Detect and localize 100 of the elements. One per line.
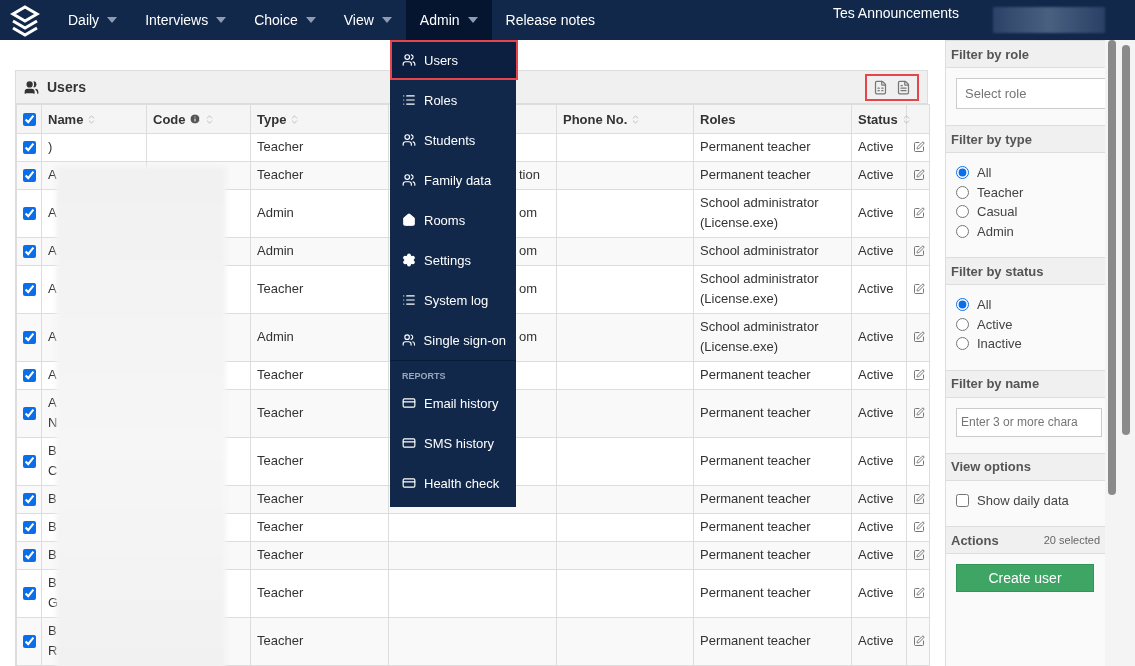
menu-item-icon xyxy=(402,93,416,107)
row-checkbox[interactable] xyxy=(23,330,36,344)
row-checkbox[interactable] xyxy=(23,244,36,258)
column-title: Code xyxy=(153,111,186,127)
row-checkbox[interactable] xyxy=(23,492,36,506)
row-checkbox[interactable] xyxy=(23,520,36,534)
row-checkbox[interactable] xyxy=(23,368,36,382)
radio-option[interactable]: All xyxy=(956,295,1095,315)
nav-menu-item[interactable]: Interviews xyxy=(131,0,241,40)
edit-icon[interactable] xyxy=(913,587,925,599)
radio-button[interactable] xyxy=(956,185,969,199)
type-cell: Teacher xyxy=(257,519,304,534)
edit-icon[interactable] xyxy=(913,635,925,647)
radio-label: Admin xyxy=(977,223,1014,239)
menu-item[interactable]: System log xyxy=(390,280,516,320)
row-checkbox[interactable] xyxy=(23,282,36,296)
menu-item[interactable]: Health check xyxy=(390,463,516,503)
menu-item[interactable]: Roles xyxy=(390,80,516,120)
edit-icon[interactable] xyxy=(913,369,925,381)
edit-icon[interactable] xyxy=(913,493,925,505)
row-checkbox[interactable] xyxy=(23,168,36,182)
row-checkbox[interactable] xyxy=(23,454,36,468)
radio-option[interactable]: All xyxy=(956,163,1095,183)
radio-option[interactable]: Casual xyxy=(956,202,1095,222)
radio-button[interactable] xyxy=(956,205,969,219)
edit-icon[interactable] xyxy=(913,407,925,419)
menu-item-icon xyxy=(402,436,416,450)
nav-menu-item[interactable]: Release notes xyxy=(491,0,610,40)
roles-cell: School administrator xyxy=(700,243,819,258)
radio-button[interactable] xyxy=(956,337,969,351)
type-cell: Admin xyxy=(257,243,294,258)
row-checkbox[interactable] xyxy=(23,406,36,420)
column-title: Type xyxy=(257,111,287,127)
menu-item[interactable]: Rooms xyxy=(390,200,516,240)
radio-label: Inactive xyxy=(977,336,1022,352)
row-checkbox[interactable] xyxy=(23,206,36,220)
name-filter-field[interactable]: Enter 3 or more chara xyxy=(956,407,1102,437)
row-checkbox[interactable] xyxy=(23,586,36,600)
radio-label: All xyxy=(977,165,992,181)
menu-item[interactable]: Email history xyxy=(390,383,516,423)
name-cell: ) xyxy=(48,139,53,154)
radio-button[interactable] xyxy=(956,224,969,238)
radio-label: Casual xyxy=(977,204,1018,220)
radio-button[interactable] xyxy=(956,298,969,312)
edit-icon[interactable] xyxy=(913,141,925,153)
nav-menu-item[interactable]: Admin xyxy=(405,0,492,40)
row-checkbox[interactable] xyxy=(23,140,36,154)
column-header[interactable]: Status xyxy=(851,104,907,134)
roles-cell: Permanent teacher xyxy=(700,547,811,562)
nav-menu-item[interactable]: Daily xyxy=(54,0,132,40)
menu-item[interactable]: Family data xyxy=(390,160,516,200)
roles-cell: Permanent teacher xyxy=(700,585,811,600)
column-header[interactable]: Type xyxy=(250,104,389,134)
checkbox[interactable] xyxy=(956,493,969,507)
menu-item[interactable]: SMS history xyxy=(390,423,516,463)
scrollbar-thumb[interactable] xyxy=(1122,45,1130,435)
scrollbar-thumb[interactable] xyxy=(1108,40,1116,495)
nav-menu-item[interactable]: Choice xyxy=(240,0,330,40)
edit-icon[interactable] xyxy=(913,521,925,533)
selected-count: 20 selected xyxy=(1043,534,1100,546)
radio-button[interactable] xyxy=(956,317,969,331)
row-checkbox[interactable] xyxy=(23,548,36,562)
menu-item[interactable]: Users xyxy=(390,40,518,80)
column-header[interactable]: Code xyxy=(146,104,251,134)
checkbox-option[interactable]: Show daily data xyxy=(956,490,1095,510)
radio-label: Teacher xyxy=(977,184,1024,200)
menu-item[interactable]: Settings xyxy=(390,240,516,280)
row-checkbox[interactable] xyxy=(23,634,36,648)
name-cell: B G xyxy=(48,575,59,610)
edit-icon[interactable] xyxy=(913,331,925,343)
column-title: Roles xyxy=(700,111,736,127)
column-header[interactable]: Roles xyxy=(693,104,852,134)
select-all-checkbox[interactable] xyxy=(23,112,36,126)
edit-icon[interactable] xyxy=(913,549,925,561)
nav-menu-item[interactable]: View xyxy=(329,0,406,40)
radio-option[interactable]: Teacher xyxy=(956,182,1095,202)
column-header[interactable]: Phone No. xyxy=(556,104,694,134)
roles-cell: Permanent teacher xyxy=(700,519,811,534)
roles-cell: School administrator (License.exe) xyxy=(700,195,819,230)
edit-icon[interactable] xyxy=(913,207,925,219)
role-select[interactable]: Select role xyxy=(956,78,1105,109)
edit-icon[interactable] xyxy=(913,169,925,181)
edit-icon[interactable] xyxy=(913,455,925,467)
edit-icon[interactable] xyxy=(913,245,925,257)
excel-export-button[interactable] xyxy=(873,79,888,95)
menu-item[interactable]: Single sign-on xyxy=(390,320,516,360)
name-cell: B xyxy=(48,519,57,534)
edit-icon[interactable] xyxy=(913,283,925,295)
radio-option[interactable]: Admin xyxy=(956,221,1095,241)
pdf-export-button[interactable] xyxy=(896,79,911,95)
stacked-layers-logo-icon[interactable] xyxy=(10,4,40,39)
status-cell: Active xyxy=(858,491,894,506)
radio-option[interactable]: Active xyxy=(956,314,1095,334)
announcements-link[interactable]: Tes Announcements xyxy=(832,5,959,21)
menu-item[interactable]: Students xyxy=(390,120,516,160)
roles-cell: Permanent teacher xyxy=(700,453,811,468)
name-cell: A N xyxy=(48,395,58,430)
radio-button[interactable] xyxy=(956,166,969,180)
column-header[interactable]: Name xyxy=(41,104,147,134)
radio-option[interactable]: Inactive xyxy=(956,334,1095,354)
